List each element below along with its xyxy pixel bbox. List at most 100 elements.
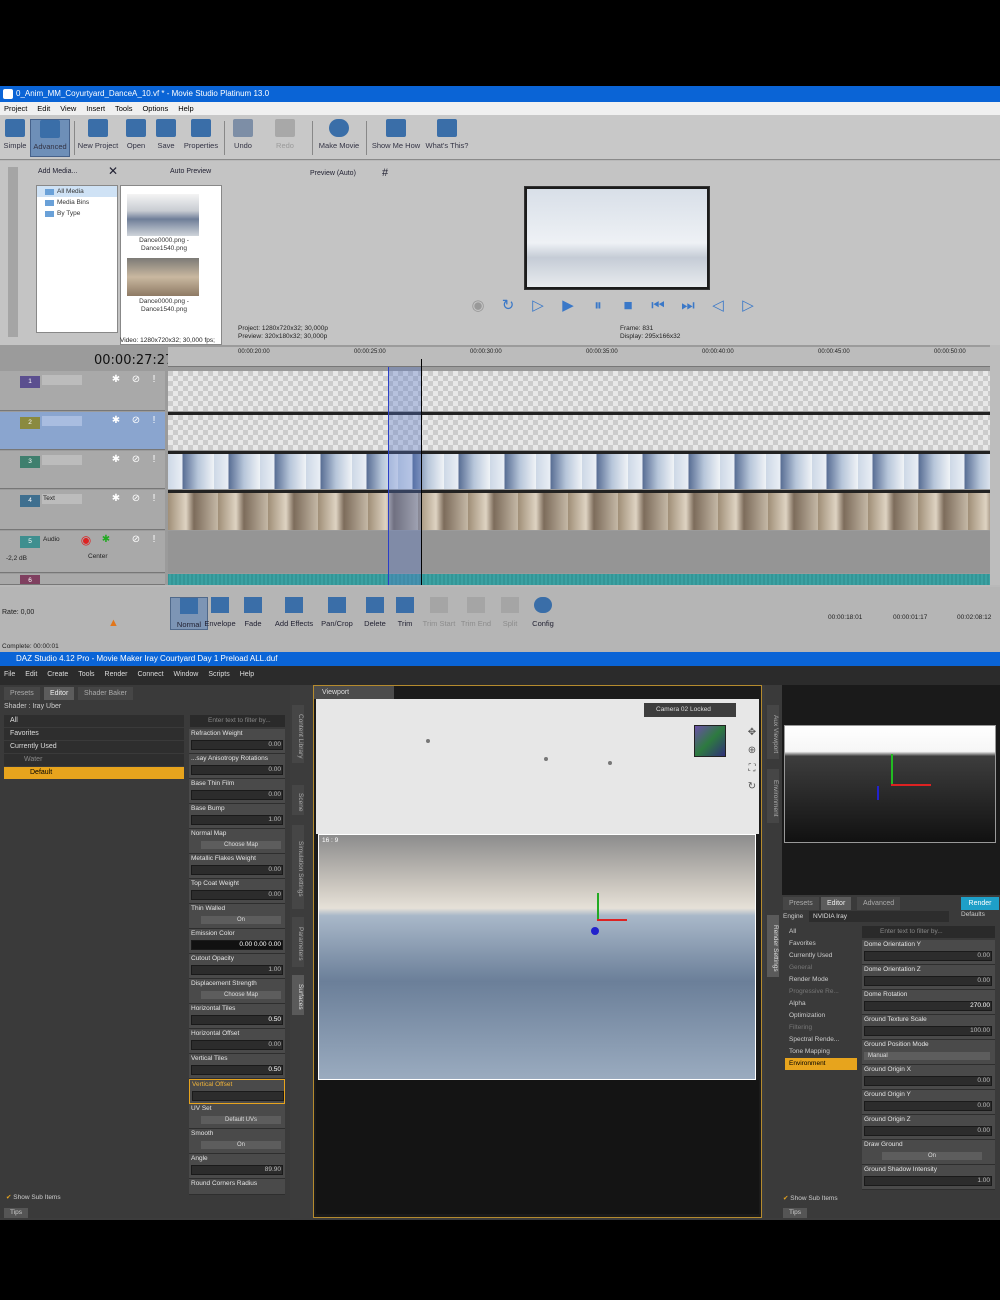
prop-anisotropy-rotations[interactable]: ...say Anisotropy Rotations 0.00 — [189, 754, 285, 779]
go-to-start-icon[interactable]: ⏮ — [650, 298, 666, 314]
render-cat-alpha[interactable]: Alpha — [785, 998, 857, 1010]
menu-insert[interactable]: Insert — [82, 102, 109, 115]
tree-by-type[interactable]: By Type — [37, 208, 117, 219]
track-name-field[interactable]: Text — [42, 494, 82, 504]
time-ruler[interactable]: 00:00:20:00 00:00:25:00 00:00:30:00 00:0… — [168, 347, 990, 367]
redo-button[interactable]: Redo — [272, 119, 298, 157]
ground-mode-dropdown[interactable]: Manual — [864, 1052, 990, 1060]
track-name-field[interactable] — [42, 416, 82, 426]
prop-angle[interactable]: Angle 89.90 — [189, 1154, 285, 1179]
mute-icon[interactable]: ⊘ — [130, 374, 142, 386]
menu-help[interactable]: Help — [174, 102, 197, 115]
timeline-vscrollbar[interactable] — [990, 345, 1000, 585]
track-header-1[interactable]: 1 ✱ ⊘ ! — [0, 371, 165, 411]
defaults-button[interactable]: Defaults — [961, 911, 985, 918]
render-cat-currently-used[interactable]: Currently Used — [785, 950, 857, 962]
prev-frame-icon[interactable]: ◁ — [710, 298, 726, 314]
gizmo-z-axis[interactable] — [591, 927, 599, 935]
engine-dropdown[interactable]: NVIDIA Iray — [809, 911, 949, 922]
frame-icon[interactable]: ⛶ — [746, 763, 758, 775]
render-tab-presets[interactable]: Presets — [783, 897, 819, 910]
prop-cutout-opacity[interactable]: Cutout Opacity 1.00 — [189, 954, 285, 979]
menu-tools[interactable]: Tools — [111, 102, 137, 115]
solo-icon[interactable]: ! — [148, 493, 160, 505]
solo-icon[interactable]: ! — [148, 534, 160, 546]
simple-button[interactable]: Simple — [2, 119, 28, 157]
add-media-button[interactable]: Add Media... — [38, 168, 77, 175]
show-me-how-button[interactable]: Show Me How — [370, 119, 422, 157]
side-tab-surfaces[interactable]: Surfaces — [292, 975, 304, 1015]
solo-icon[interactable]: ! — [148, 415, 160, 427]
track-lane-4[interactable] — [168, 490, 990, 530]
render-cat-tone-mapping[interactable]: Tone Mapping — [785, 1046, 857, 1058]
choose-map-button[interactable]: Choose Map — [201, 991, 281, 999]
prop-refraction-weight[interactable]: Refraction Weight 0.00 — [189, 729, 285, 754]
side-tab-environment[interactable]: Environment — [767, 769, 779, 823]
render-tab-editor[interactable]: Editor — [821, 897, 852, 910]
rprop-dome-orientation-z[interactable]: Dome Orientation Z 0.00 — [862, 965, 995, 990]
viewport-tab[interactable]: Viewport — [314, 686, 394, 699]
filter-input[interactable]: Enter text to filter by... — [190, 715, 285, 727]
pause-icon[interactable]: ⏸ — [590, 298, 606, 314]
menu-tools[interactable]: Tools — [74, 666, 98, 683]
tree-all-media[interactable]: All Media — [37, 186, 117, 197]
slider[interactable] — [864, 1101, 992, 1111]
delete-media-icon[interactable]: ✕ — [108, 164, 118, 178]
slider[interactable] — [192, 1091, 284, 1101]
fx-icon[interactable]: ✱ — [110, 454, 122, 466]
prop-round-corners-radius[interactable]: Round Corners Radius — [189, 1179, 285, 1195]
fx-icon[interactable]: ✱ — [110, 415, 122, 427]
play-from-start-icon[interactable]: ▷ — [530, 298, 546, 314]
trim-end-button[interactable]: Trim End — [457, 597, 495, 628]
record-arm-icon[interactable]: ◉ — [80, 534, 92, 546]
solo-icon[interactable]: ! — [148, 454, 160, 466]
track-lane-2[interactable] — [168, 412, 990, 450]
prop-smooth[interactable]: Smooth On — [189, 1129, 285, 1154]
trim-start-button[interactable]: Trim Start — [420, 597, 458, 628]
render-cat-filtering[interactable]: Filtering — [785, 1022, 857, 1034]
prop-base-thin-film[interactable]: Base Thin Film 0.00 — [189, 779, 285, 804]
tab-editor[interactable]: Editor — [44, 687, 75, 700]
uv-set-dropdown[interactable]: Default UVs — [201, 1116, 281, 1124]
prop-normal-map[interactable]: Normal Map Choose Map — [189, 829, 285, 854]
pan-crop-button[interactable]: Pan/Crop — [318, 597, 356, 628]
render-cat-spectral[interactable]: Spectral Rende... — [785, 1034, 857, 1046]
show-sub-items-checkbox[interactable]: ✔ Show Sub Items — [6, 1193, 61, 1201]
tab-presets[interactable]: Presets — [4, 687, 40, 700]
viewport-lower-scene[interactable] — [316, 1080, 759, 1214]
camera-dropdown[interactable]: Camera 02 Locked — [644, 703, 736, 717]
tab-shader-baker[interactable]: Shader Baker — [78, 687, 133, 700]
menu-view[interactable]: View — [56, 102, 80, 115]
zoom-icon[interactable]: ⊕ — [746, 745, 758, 757]
mute-icon[interactable]: ⊘ — [130, 454, 142, 466]
rprop-ground-shadow-intensity[interactable]: Ground Shadow Intensity 1.00 — [862, 1165, 995, 1190]
mute-icon[interactable]: ⊘ — [130, 493, 142, 505]
side-tab-render-settings[interactable]: Render Settings — [767, 915, 779, 977]
menu-help[interactable]: Help — [236, 666, 258, 683]
side-tab-aux-viewport[interactable]: Aux Viewport — [767, 705, 779, 759]
menu-window[interactable]: Window — [169, 666, 202, 683]
prop-top-coat-weight[interactable]: Top Coat Weight 0.00 — [189, 879, 285, 904]
side-tab-simulation-settings[interactable]: Simulation Settings — [292, 825, 304, 909]
render-cat-general[interactable]: General — [785, 962, 857, 974]
advanced-button[interactable]: Advanced — [30, 119, 70, 157]
media-thumbnail[interactable] — [127, 194, 199, 236]
track-name-field[interactable] — [42, 375, 82, 385]
render-filter-input[interactable]: Enter text to filter by... — [862, 926, 995, 938]
rprop-ground-origin-z[interactable]: Ground Origin Z 0.00 — [862, 1115, 995, 1140]
rprop-dome-orientation-y[interactable]: Dome Orientation Y 0.00 — [862, 940, 995, 965]
render-tips-tab[interactable]: Tips — [783, 1208, 807, 1218]
rprop-ground-origin-y[interactable]: Ground Origin Y 0.00 — [862, 1090, 995, 1115]
category-water[interactable]: Water — [4, 754, 184, 766]
category-default-selected[interactable]: Default — [4, 767, 184, 779]
config-button[interactable]: Config — [524, 597, 562, 628]
prop-uv-set[interactable]: UV Set Default UVs — [189, 1104, 285, 1129]
render-button[interactable]: Render — [961, 897, 999, 910]
render-preview-frame[interactable]: 16 : 9 — [318, 834, 756, 1080]
track-header-5-audio[interactable]: 5 Audio ◉ ✱ ⊘ ! -2,2 dB Center — [0, 531, 165, 573]
orbit-icon[interactable]: ↻ — [746, 781, 758, 793]
toggle-button[interactable]: On — [201, 1141, 281, 1149]
category-favorites[interactable]: Favorites — [4, 728, 184, 740]
view-cube-icon[interactable] — [694, 725, 726, 757]
play-icon[interactable]: ▶ — [560, 298, 576, 314]
